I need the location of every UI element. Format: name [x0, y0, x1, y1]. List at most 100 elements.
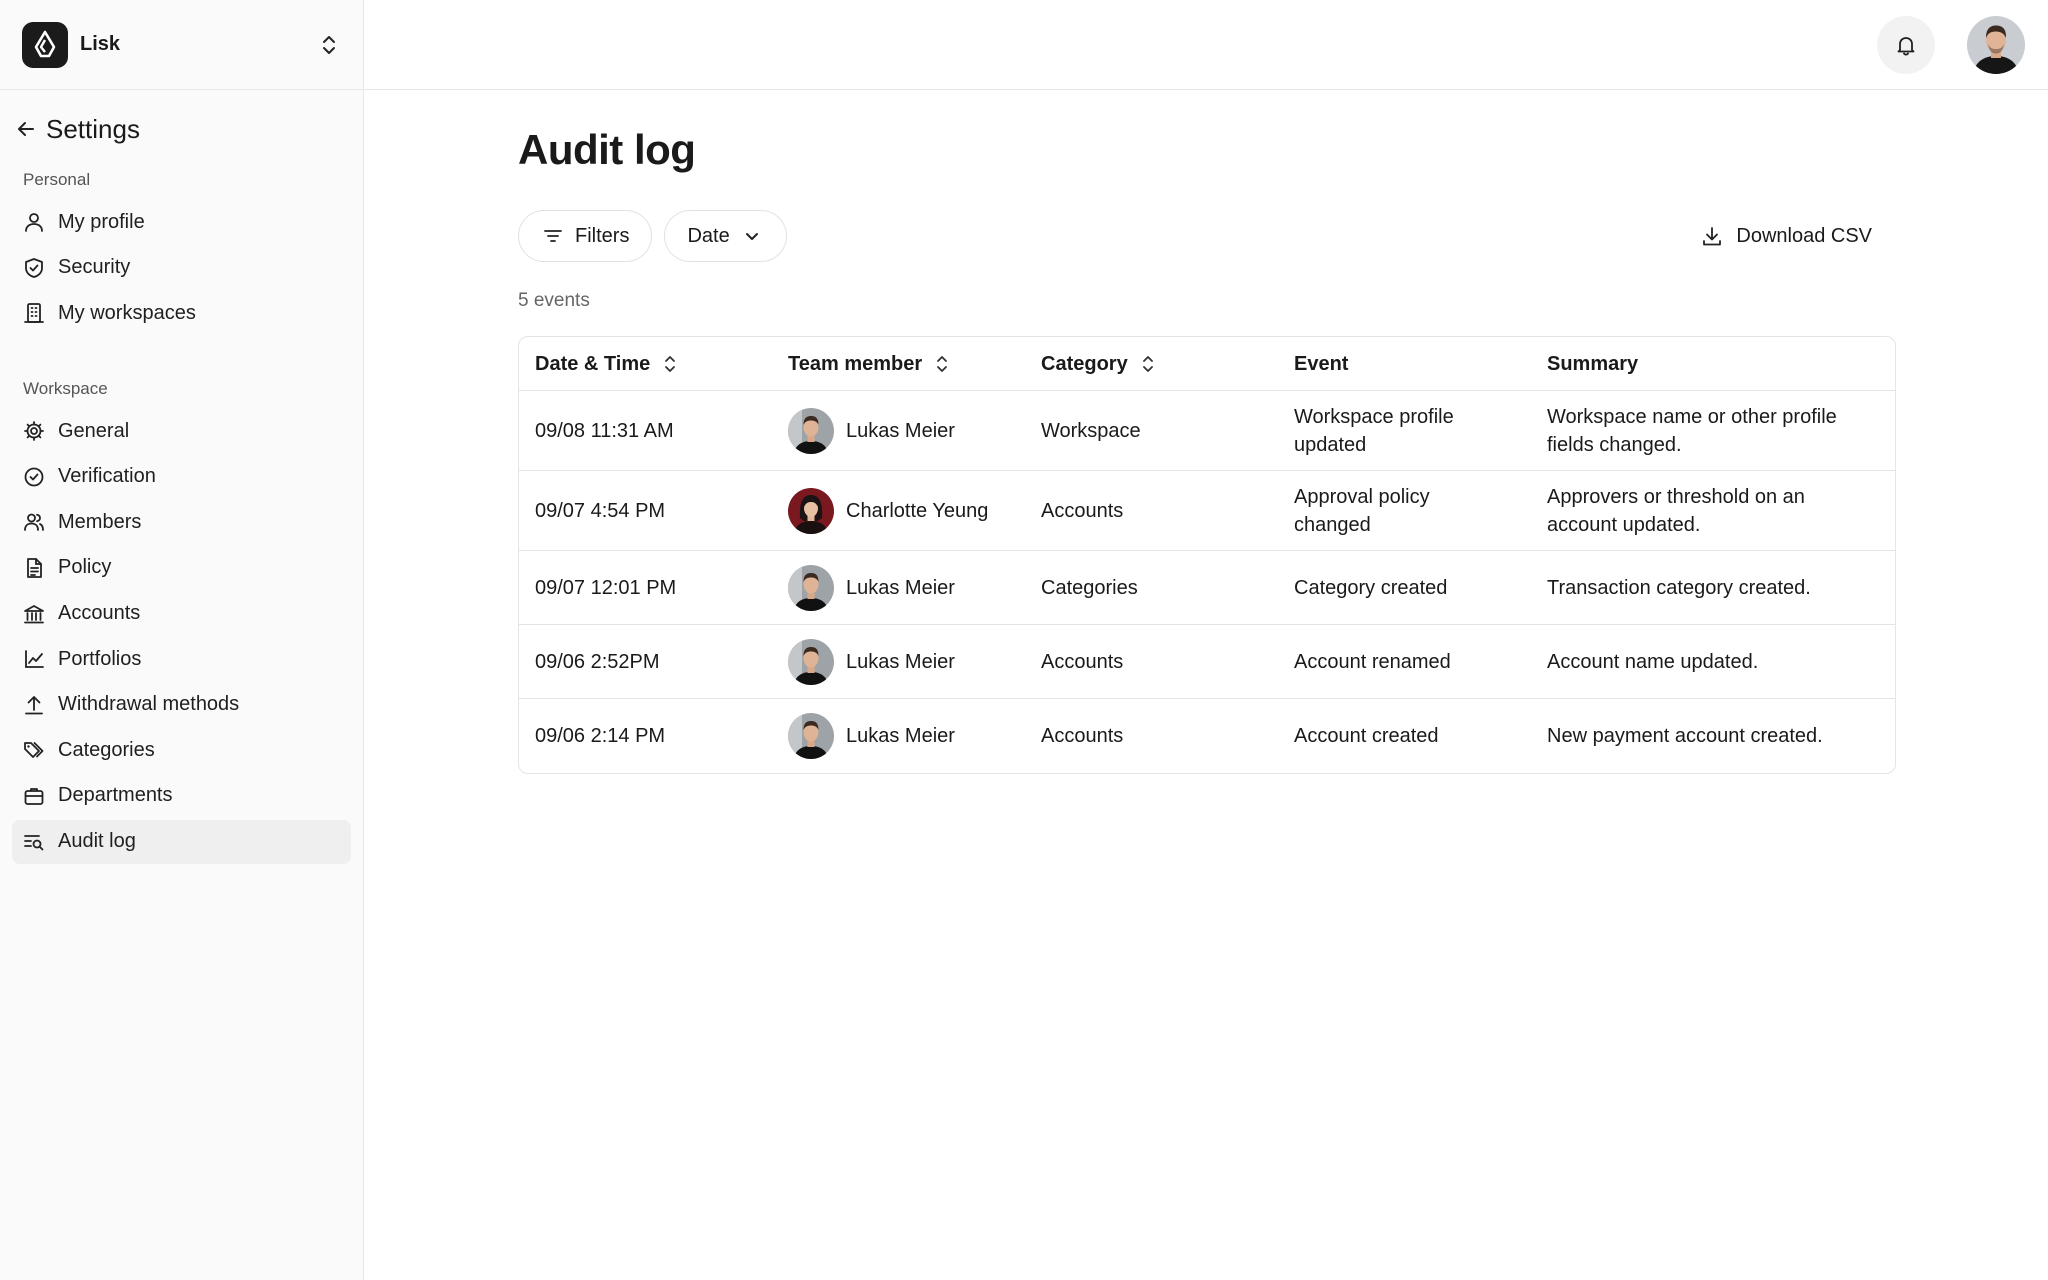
sidebar-item-label: My workspaces: [58, 301, 196, 324]
member-name: Lukas Meier: [846, 576, 955, 599]
sidebar-item-accounts[interactable]: Accounts: [12, 592, 351, 636]
sidebar-item-general[interactable]: General: [12, 409, 351, 453]
lisk-logo-icon: [22, 21, 68, 68]
page-title: Audit log: [518, 126, 696, 173]
building-icon: [22, 301, 46, 325]
cell-summary: Approvers or threshold on an account upd…: [1547, 485, 1805, 536]
header-team-member[interactable]: Team member: [772, 350, 1025, 378]
download-icon: [1700, 224, 1724, 248]
workspace-name: Lisk: [80, 33, 121, 55]
shield-icon: [22, 256, 46, 280]
check-circle-icon: [22, 465, 46, 489]
sidebar-item-security[interactable]: Security: [12, 246, 351, 290]
chevron-up-down-icon: [317, 33, 341, 57]
section-label-personal: Personal: [23, 170, 91, 189]
avatar: [788, 407, 834, 454]
sidebar-item-my-workspaces[interactable]: My workspaces: [12, 291, 351, 335]
sidebar-item-departments[interactable]: Departments: [12, 774, 351, 818]
cell-datetime: 09/07 12:01 PM: [535, 576, 677, 599]
date-label: Date: [687, 224, 730, 247]
settings-header: Settings: [0, 106, 363, 152]
cell-member: Lukas Meier: [772, 713, 1025, 759]
cell-datetime: 09/08 11:31 AM: [535, 419, 674, 442]
user-icon: [22, 210, 46, 234]
cell-event: Account created: [1294, 725, 1439, 747]
sidebar-item-members[interactable]: Members: [12, 500, 351, 544]
cell-summary: Transaction category created.: [1547, 576, 1811, 599]
date-dropdown[interactable]: Date: [664, 210, 787, 262]
sidebar-item-my-profile[interactable]: My profile: [12, 200, 351, 244]
filters-button[interactable]: Filters: [518, 210, 653, 262]
sidebar-item-categories[interactable]: Categories: [12, 728, 351, 772]
main-content: Audit log Filters Date Download CSV 5 ev…: [364, 0, 2048, 1280]
cell-member: Lukas Meier: [772, 638, 1025, 685]
bank-icon: [22, 602, 46, 626]
sidebar-item-policy[interactable]: Policy: [12, 546, 351, 590]
users-icon: [22, 510, 46, 534]
table-row[interactable]: 09/06 2:14 PM Lukas Meier Accounts Accou…: [519, 699, 1895, 773]
table-row[interactable]: 09/06 2:52PM Lukas Meier Accounts Accoun…: [519, 625, 1895, 699]
chevron-down-icon: [740, 224, 764, 248]
sidebar-item-label: My profile: [58, 210, 145, 233]
filters-label: Filters: [575, 224, 630, 247]
table-row[interactable]: 09/07 4:54 PM Charlotte Yeung Accounts A…: [519, 471, 1895, 551]
cell-category: Categories: [1041, 576, 1138, 599]
sidebar-item-portfolios[interactable]: Portfolios: [12, 637, 351, 681]
section-label-workspace: Workspace: [23, 379, 108, 399]
sidebar-item-audit-log[interactable]: Audit log: [12, 819, 351, 864]
cell-event: Account renamed: [1294, 650, 1451, 673]
document-icon: [22, 556, 46, 580]
header-date-time[interactable]: Date & Time: [519, 350, 772, 378]
table-row[interactable]: 09/07 12:01 PM Lukas Meier Categories Ca…: [519, 551, 1895, 625]
header-label: Date & Time: [535, 352, 651, 375]
bell-icon: [1897, 37, 1915, 56]
arrow-left-icon[interactable]: [14, 117, 38, 141]
header-label: Event: [1294, 352, 1349, 375]
sidebar-item-label: Verification: [58, 465, 156, 488]
user-avatar[interactable]: [1967, 16, 2025, 74]
toolbar: Filters Date Download CSV: [518, 210, 1896, 262]
sidebar-item-withdrawal-methods[interactable]: Withdrawal methods: [12, 683, 351, 727]
member-name: Charlotte Yeung: [846, 499, 989, 522]
sidebar-item-label: Audit log: [58, 830, 136, 853]
sort-icon[interactable]: [660, 354, 680, 374]
sidebar-item-label: Accounts: [58, 602, 141, 625]
member-name: Lukas Meier: [846, 650, 955, 673]
sidebar-item-label: Security: [58, 256, 131, 279]
header-label: Summary: [1547, 352, 1639, 375]
cell-category: Workspace: [1041, 419, 1141, 442]
notifications-button[interactable]: [1877, 16, 1935, 74]
upload-icon: [22, 693, 46, 717]
cell-datetime: 09/07 4:54 PM: [535, 499, 666, 522]
cell-member: Lukas Meier: [772, 407, 1025, 454]
settings-title: Settings: [46, 113, 140, 144]
sidebar: Lisk Settings Personal My profile Securi…: [0, 0, 364, 1280]
header-label: Team member: [788, 352, 923, 375]
avatar: [788, 487, 834, 534]
header-category[interactable]: Category: [1025, 350, 1278, 378]
workspace-switcher[interactable]: Lisk: [0, 0, 363, 90]
cell-summary: Account name updated.: [1547, 650, 1759, 673]
sidebar-item-verification[interactable]: Verification: [12, 455, 351, 499]
cell-summary: Workspace name or other profile fields c…: [1547, 405, 1837, 456]
cell-category: Accounts: [1041, 725, 1124, 747]
gear-icon: [22, 419, 46, 443]
sidebar-item-label: Departments: [58, 784, 173, 807]
tags-icon: [22, 738, 46, 762]
table-row[interactable]: 09/08 11:31 AM Lukas Meier Workspace Wor…: [519, 391, 1895, 471]
sidebar-item-label: Categories: [58, 738, 155, 761]
header-event: Event: [1278, 350, 1531, 378]
briefcase-icon: [22, 784, 46, 808]
cell-datetime: 09/06 2:14 PM: [535, 725, 666, 747]
table-header: Date & Time Team member Category Event S…: [519, 337, 1895, 391]
sort-icon[interactable]: [1138, 354, 1158, 374]
sidebar-item-label: Policy: [58, 556, 112, 579]
audit-log-icon: [22, 830, 46, 854]
avatar: [788, 638, 834, 685]
header-label: Category: [1041, 352, 1128, 375]
sort-icon[interactable]: [932, 354, 952, 374]
cell-event: Workspace profile updated: [1294, 405, 1454, 456]
download-csv-button[interactable]: Download CSV: [1700, 210, 1872, 262]
member-name: Lukas Meier: [846, 725, 955, 747]
chart-line-icon: [22, 647, 46, 671]
